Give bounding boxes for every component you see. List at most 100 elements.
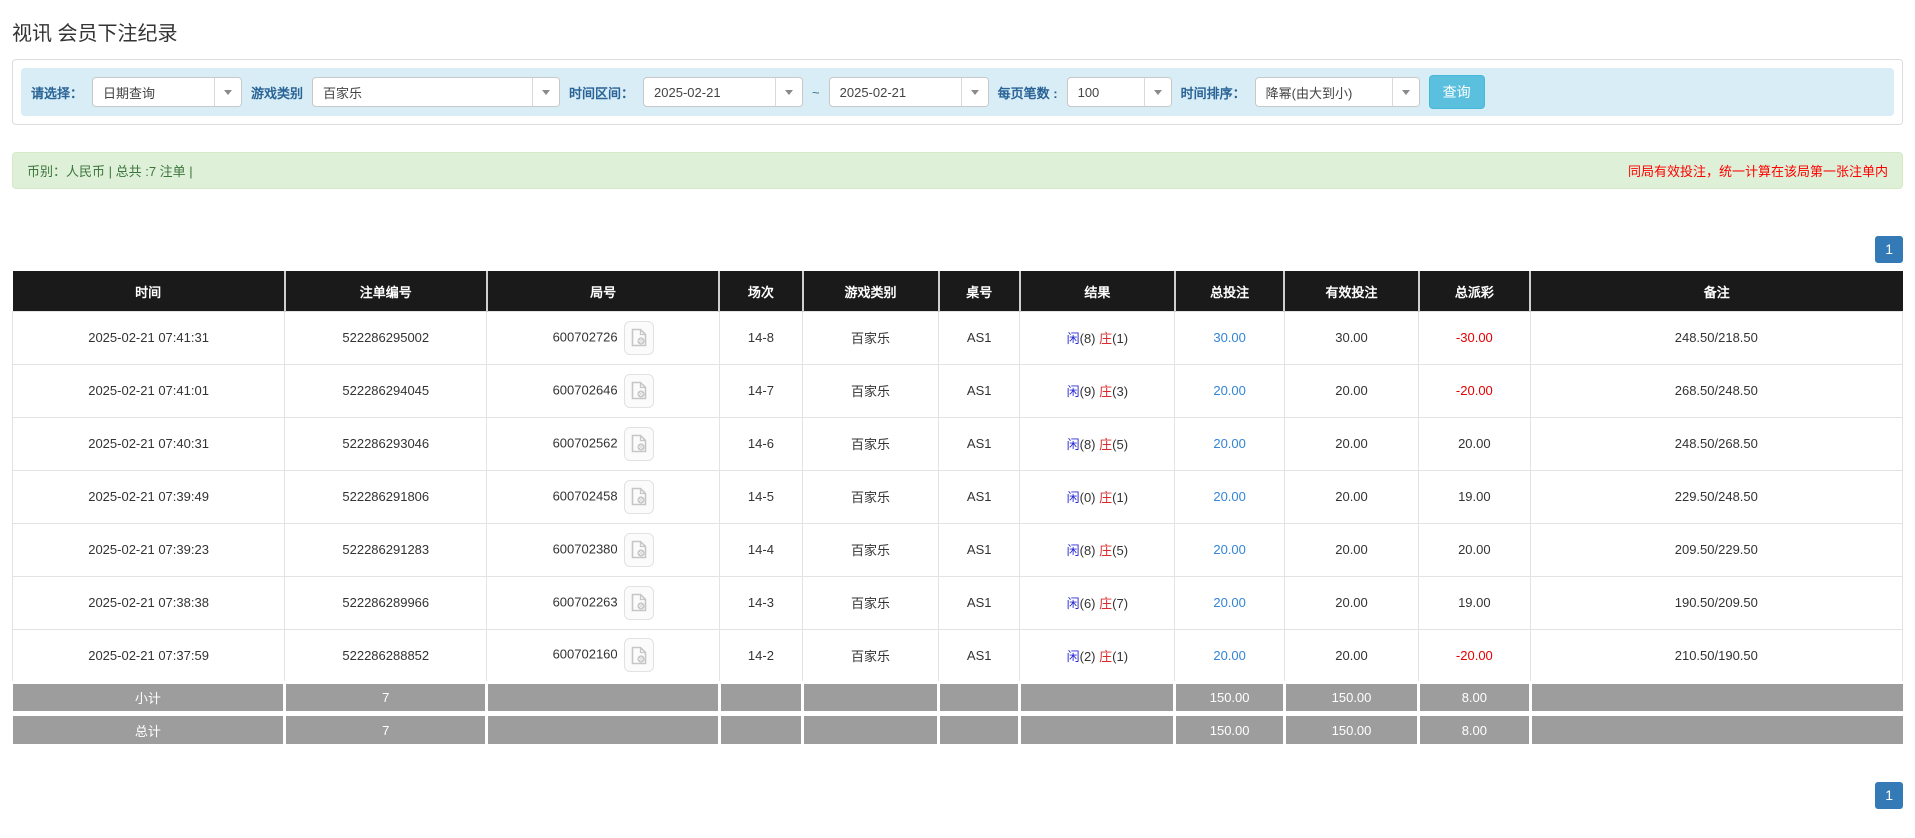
column-header-7: 结果 — [1018, 270, 1175, 312]
cell-total-bet[interactable]: 20.00 — [1174, 522, 1285, 577]
time-sort-select[interactable]: 降幂(由大到小) — [1254, 77, 1420, 107]
cell-result: 闲(8) 庄(1) — [1019, 310, 1176, 365]
result-banker-value: (1) — [1112, 648, 1129, 664]
grand-total-row: 总计 7 150.00 150.00 8.00 — [12, 710, 1903, 745]
date-start-value: 2025-02-21 — [654, 84, 721, 100]
pagination-bottom: 1 — [12, 782, 1903, 810]
cell-remark: 248.50/218.50 — [1529, 310, 1904, 365]
video-replay-button[interactable] — [623, 585, 654, 620]
game-type-select[interactable]: 百家乐 — [312, 77, 561, 107]
cell-total-bet[interactable]: 20.00 — [1174, 363, 1285, 418]
column-header-8: 总投注 — [1173, 270, 1285, 312]
column-header-9: 有效投注 — [1283, 270, 1419, 312]
column-header-11: 备注 — [1529, 270, 1903, 312]
result-player-value: (2) — [1079, 648, 1100, 664]
cell-round-id: 600702458 — [486, 469, 720, 524]
filter-bar: 请选择： 日期查询 游戏类别 百家乐 时间区间： 2025-02-21 ~ 20… — [21, 68, 1894, 116]
cell-valid-bet: 20.00 — [1283, 628, 1420, 683]
cell-result: 闲(8) 庄(5) — [1019, 522, 1176, 577]
game-type-label: 游戏类别 — [251, 85, 304, 101]
game-type-value: 百家乐 — [323, 85, 363, 101]
result-player-value: (6) — [1079, 596, 1100, 612]
cell-round-id: 600702646 — [486, 363, 720, 418]
video-file-icon — [631, 593, 646, 612]
cell-session: 14-4 — [718, 522, 804, 577]
chevron-down-icon[interactable] — [532, 78, 560, 106]
result-player-label: 闲 — [1066, 648, 1080, 664]
sum-total-bet: 150.00 — [1173, 680, 1285, 714]
round-number: 600702380 — [552, 541, 618, 557]
cell-payout: 20.00 — [1418, 522, 1531, 577]
cell-game-type: 百家乐 — [801, 469, 940, 524]
sum-round — [485, 680, 720, 714]
cell-time: 2025-02-21 07:39:23 — [11, 522, 286, 577]
cell-time: 2025-02-21 07:37:59 — [11, 628, 286, 683]
sum-remark — [1528, 680, 1903, 714]
chevron-down-icon[interactable] — [1391, 78, 1419, 106]
table-row: 2025-02-21 07:40:31 522286293046 600702562… — [11, 416, 1904, 471]
result-player-value: (0) — [1079, 490, 1100, 506]
cell-time: 2025-02-21 07:41:01 — [11, 363, 286, 418]
video-replay-button[interactable] — [623, 479, 654, 514]
result-player-value: (8) — [1079, 543, 1100, 559]
result-banker-value: (5) — [1112, 437, 1129, 453]
result-player-label: 闲 — [1066, 331, 1080, 347]
cell-total-bet[interactable]: 20.00 — [1174, 575, 1285, 630]
page-1-button[interactable]: 1 — [1875, 236, 1903, 263]
result-player-label: 闲 — [1066, 596, 1080, 612]
video-replay-button[interactable] — [623, 373, 654, 408]
result-banker-label: 庄 — [1099, 384, 1113, 400]
video-file-icon — [631, 540, 646, 559]
cell-remark: 190.50/209.50 — [1529, 575, 1904, 630]
subtotal-row: 小计 7 150.00 150.00 8.00 — [12, 680, 1903, 714]
video-replay-button[interactable] — [623, 426, 654, 461]
cell-valid-bet: 20.00 — [1283, 416, 1420, 471]
result-banker-label: 庄 — [1099, 490, 1113, 506]
cell-payout: -20.00 — [1418, 628, 1531, 683]
page-1-button[interactable]: 1 — [1875, 782, 1903, 810]
bet-records-table: 时间 注单编号 局号 场次 游戏类别 桌号 结果 总投注 有效投注 总派彩 备注 2025-02-2… — [11, 270, 1904, 745]
column-header-4: 场次 — [718, 270, 803, 312]
per-page-value: 100 — [1077, 84, 1100, 100]
sum-game — [800, 680, 939, 714]
result-banker-value: (3) — [1112, 384, 1129, 400]
query-type-select[interactable]: 日期查询 — [92, 77, 243, 107]
query-button[interactable]: 查询 — [1428, 75, 1485, 109]
cell-total-bet[interactable]: 20.00 — [1174, 416, 1285, 471]
cell-remark: 229.50/248.50 — [1529, 469, 1904, 524]
cell-total-bet[interactable]: 30.00 — [1174, 310, 1285, 365]
result-player-label: 闲 — [1066, 437, 1080, 453]
query-type-label: 请选择： — [31, 85, 84, 101]
cell-round-id: 600702160 — [486, 628, 720, 683]
chevron-down-icon[interactable] — [775, 78, 803, 106]
cell-bet-id: 522286289966 — [284, 575, 488, 630]
cell-remark: 248.50/268.50 — [1529, 416, 1904, 471]
date-end-select[interactable]: 2025-02-21 — [828, 77, 989, 107]
chevron-down-icon[interactable] — [1143, 78, 1171, 106]
chevron-down-icon[interactable] — [960, 78, 988, 106]
video-file-icon — [631, 381, 646, 400]
cell-result: 闲(0) 庄(1) — [1019, 469, 1176, 524]
video-replay-button[interactable] — [623, 532, 654, 567]
cell-table-no: AS1 — [938, 416, 1021, 471]
cell-table-no: AS1 — [938, 628, 1021, 683]
cell-total-bet[interactable]: 20.00 — [1174, 628, 1285, 683]
cell-valid-bet: 20.00 — [1283, 522, 1420, 577]
cell-bet-id: 522286288852 — [284, 628, 488, 683]
video-replay-button[interactable] — [623, 320, 654, 355]
table-row: 2025-02-21 07:39:23 522286291283 600702380… — [11, 522, 1904, 577]
video-replay-button[interactable] — [623, 638, 654, 673]
cell-game-type: 百家乐 — [801, 575, 940, 630]
cell-total-bet[interactable]: 20.00 — [1174, 469, 1285, 524]
sum-valid-bet: 150.00 — [1282, 680, 1419, 714]
column-header-3: 局号 — [485, 270, 720, 312]
cell-time: 2025-02-21 07:40:31 — [11, 416, 286, 471]
chevron-down-icon[interactable] — [214, 78, 242, 106]
cell-remark: 210.50/190.50 — [1529, 628, 1904, 683]
cell-valid-bet: 20.00 — [1283, 575, 1420, 630]
result-banker-value: (1) — [1112, 490, 1129, 506]
result-banker-value: (7) — [1112, 596, 1129, 612]
video-file-icon — [631, 434, 646, 453]
per-page-select[interactable]: 100 — [1066, 77, 1172, 107]
date-start-select[interactable]: 2025-02-21 — [643, 77, 804, 107]
